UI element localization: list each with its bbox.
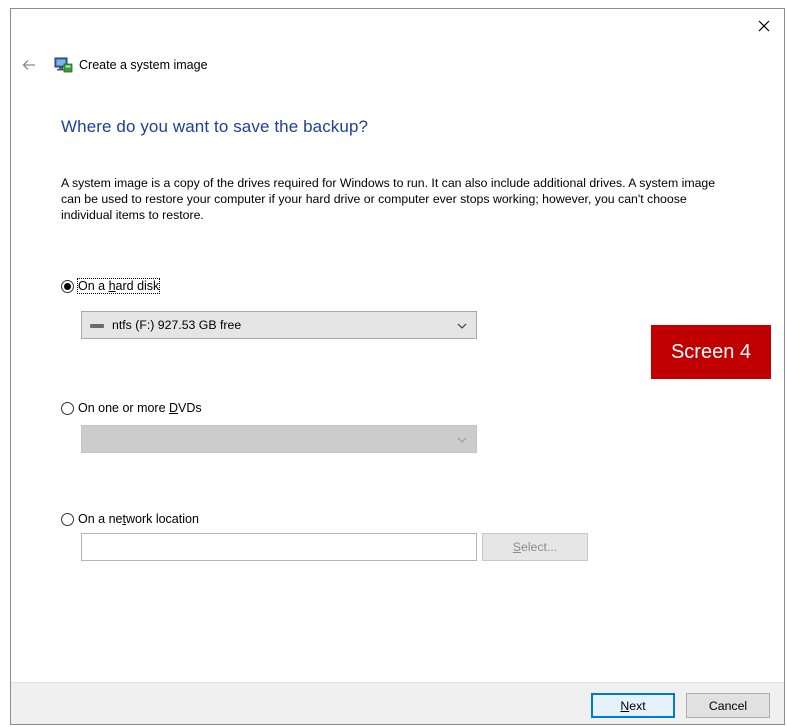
cancel-button[interactable]: Cancel <box>686 693 770 718</box>
page-description: A system image is a copy of the drives r… <box>61 176 716 222</box>
back-arrow-icon <box>22 60 35 70</box>
page-heading: Where do you want to save the backup? <box>61 117 369 136</box>
back-button[interactable] <box>19 55 39 75</box>
create-system-image-window: Create a system image Where do you want … <box>10 8 785 725</box>
radio-hard-disk-label: On a hard disk <box>76 278 161 294</box>
select-button[interactable]: Select... <box>482 533 588 561</box>
hard-disk-select-value: ntfs (F:) 927.53 GB free <box>112 318 242 332</box>
radio-dvd-label: On one or more DVDs <box>78 401 202 415</box>
radio-network[interactable]: On a network location <box>61 512 199 526</box>
system-image-icon <box>54 57 73 73</box>
screen-badge: Screen 4 <box>651 325 771 379</box>
radio-button-selected[interactable] <box>61 279 74 293</box>
wizard-footer: Next Cancel <box>11 682 784 724</box>
close-button[interactable] <box>752 15 776 37</box>
wizard-title: Create a system image <box>79 58 208 72</box>
radio-button[interactable] <box>61 401 74 415</box>
network-path-input[interactable] <box>81 533 477 561</box>
next-button[interactable]: Next <box>591 693 675 718</box>
drive-icon <box>90 324 104 328</box>
wizard-header: Create a system image <box>19 53 208 77</box>
hard-disk-select[interactable]: ntfs (F:) 927.53 GB free <box>81 311 477 339</box>
dvd-select[interactable] <box>81 425 477 453</box>
chevron-down-icon <box>457 323 467 329</box>
close-icon <box>758 20 770 32</box>
radio-hard-disk[interactable]: On a hard disk <box>61 278 161 294</box>
chevron-down-icon <box>457 437 467 443</box>
radio-network-label: On a network location <box>78 512 199 526</box>
radio-dvd[interactable]: On one or more DVDs <box>61 401 202 415</box>
radio-button[interactable] <box>61 512 74 526</box>
